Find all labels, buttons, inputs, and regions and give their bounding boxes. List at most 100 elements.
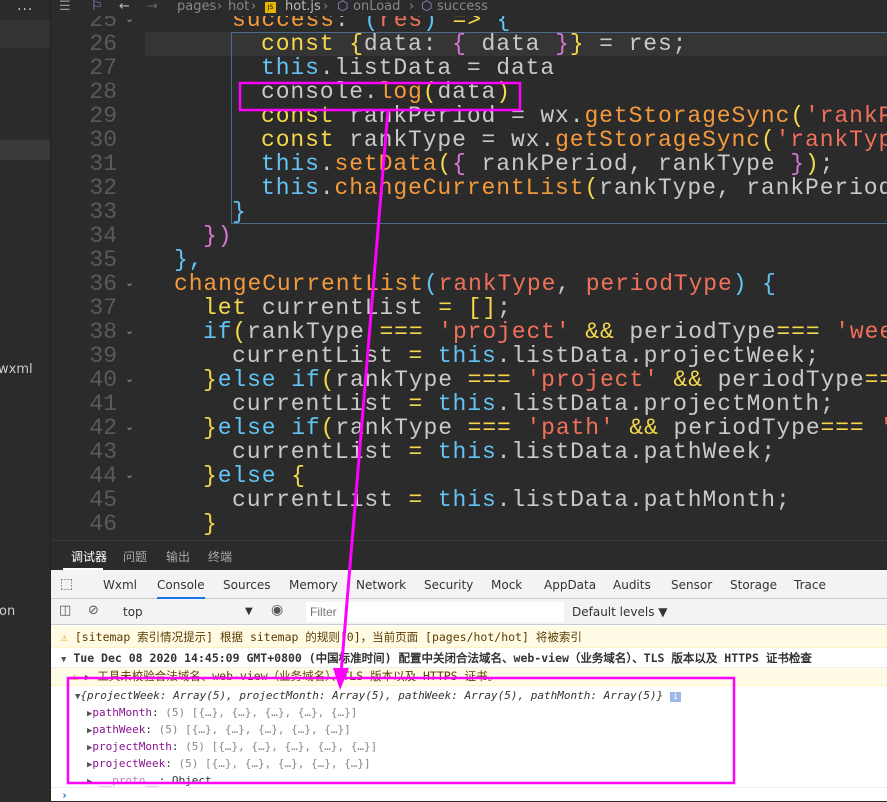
panel-output[interactable]: 输出 <box>166 548 190 565</box>
code-line[interactable]: currentList = this.listData.projectWeek; <box>232 344 820 368</box>
code-token: 'w <box>879 415 887 441</box>
code-token: this <box>437 343 497 369</box>
filter-input[interactable] <box>306 602 564 622</box>
code-line[interactable]: }else if(rankType === 'path' && periodTy… <box>203 416 887 440</box>
file-item-wxml[interactable]: wxml <box>0 362 33 377</box>
tab-storage[interactable]: Storage <box>730 578 777 592</box>
code-line[interactable]: } <box>232 200 247 224</box>
code-line[interactable]: let currentList = []; <box>203 296 512 320</box>
fold-chevron-icon[interactable]: ⌄ <box>125 276 134 289</box>
code-line[interactable]: this.listData = data <box>261 56 555 80</box>
fold-chevron-icon[interactable]: ⌄ <box>125 372 134 385</box>
property-value: (5) [{…}, {…}, {…}, {…}, {…}] <box>158 723 351 736</box>
line-number: 35 <box>89 247 117 273</box>
tab-wxml[interactable]: Wxml <box>103 578 137 592</box>
explorer-selected-row[interactable] <box>0 20 50 48</box>
code-line[interactable]: }) <box>203 224 232 248</box>
breadcrumb-pages[interactable]: pages <box>177 0 216 14</box>
tab-console[interactable]: Console <box>157 578 205 599</box>
fold-chevron-icon[interactable]: ⌄ <box>125 468 134 481</box>
tab-sensor[interactable]: Sensor <box>671 578 712 592</box>
code-token: ; <box>819 151 835 177</box>
file-item-json[interactable]: on <box>0 604 15 619</box>
back-icon[interactable]: ← <box>119 0 130 14</box>
code-line[interactable]: const rankPeriod = wx.getStorageSync('ra… <box>261 104 887 128</box>
code-token: } <box>790 151 805 177</box>
file-explorer-sidebar: ... wxml on <box>0 0 51 801</box>
code-line[interactable]: currentList = this.listData.pathWeek; <box>232 440 776 464</box>
code-line[interactable]: if(rankType === 'project' && periodType=… <box>203 320 887 344</box>
sidebar-toggle-icon[interactable]: ◫ <box>59 603 71 618</box>
code-line[interactable]: changeCurrentList(rankType, periodType) … <box>174 272 777 296</box>
code-line[interactable]: currentList = this.listData.pathMonth; <box>232 488 791 512</box>
tab-sources[interactable]: Sources <box>223 578 270 592</box>
code-line[interactable]: }, <box>174 248 203 272</box>
object-property-row[interactable]: ▶projectMonth: (5) [{…}, {…}, {…}, {…}, … <box>75 739 887 756</box>
more-icon[interactable]: ... <box>17 0 33 14</box>
tab-trace[interactable]: Trace <box>794 578 826 592</box>
fold-chevron-icon[interactable]: ⌄ <box>125 16 134 25</box>
line-number: 25 <box>89 16 117 33</box>
panel-debugger[interactable]: 调试器 <box>71 548 107 565</box>
bookmark-icon[interactable]: ⚐ <box>91 0 103 14</box>
code-editor[interactable]: 25 ⌄ success: (res) => {26 const {data: { d… <box>51 16 887 540</box>
fold-chevron-icon[interactable]: ⌄ <box>125 420 134 433</box>
breadcrumb-file[interactable]: hot.js <box>285 0 321 14</box>
inspect-icon[interactable]: ⬚ <box>60 576 73 592</box>
property-value: (5) [{…}, {…}, {…}, {…}, {…}] <box>185 740 378 753</box>
fold-chevron-icon[interactable]: ⌄ <box>125 324 134 337</box>
code-token: periodType <box>673 415 821 441</box>
tab-security[interactable]: Security <box>424 578 473 592</box>
tab-audits[interactable]: Audits <box>613 578 651 592</box>
code-line[interactable]: const rankType = wx.getStorageSync('rank… <box>261 128 887 152</box>
code-line[interactable]: currentList = this.listData.projectMonth… <box>232 392 835 416</box>
code-token: changeCurrentList <box>174 271 424 297</box>
console-log-object[interactable]: ▼{projectWeek: Array(5), projectMonth: A… <box>51 688 887 788</box>
code-line[interactable]: const {data: { data }} = res; <box>261 32 687 56</box>
code-line[interactable]: success: (res) => { <box>232 16 511 32</box>
tab-appdata[interactable]: AppData <box>544 578 596 592</box>
live-expression-eye-icon[interactable]: ◉ <box>271 602 283 618</box>
devtools: ⬚ Wxml Console Sources Memory Network Se… <box>51 570 887 802</box>
collapse-triangle-icon[interactable]: ▼ <box>61 655 66 665</box>
expand-triangle-icon[interactable]: ▶ <box>85 673 90 683</box>
panel-problems[interactable]: 问题 <box>123 548 147 565</box>
code-line[interactable]: this.setData({ rankPeriod, rankType }); <box>261 152 834 176</box>
tab-memory[interactable]: Memory <box>289 578 338 592</box>
code-token: ( <box>320 415 336 441</box>
panel-terminal[interactable]: 终端 <box>208 548 232 565</box>
code-line[interactable]: } <box>203 512 218 536</box>
code-token: this <box>261 175 320 201</box>
breadcrumb-hot[interactable]: hot <box>228 0 249 14</box>
clear-console-icon[interactable]: ⊘ <box>88 603 99 618</box>
tab-network[interactable]: Network <box>356 578 406 592</box>
expand-triangle-icon[interactable]: ▶ <box>87 777 92 787</box>
info-icon[interactable]: i <box>669 692 682 702</box>
levels-dropdown[interactable]: Default levels ▼ <box>572 605 668 619</box>
code-token: const <box>261 103 350 129</box>
console-prompt[interactable]: › <box>51 788 887 802</box>
code-token: === <box>467 415 527 441</box>
object-property-row[interactable]: ▶pathWeek: (5) [{…}, {…}, {…}, {…}, {…}] <box>75 722 887 739</box>
code-line[interactable]: this.changeCurrentList(rankType, rankPer… <box>261 176 887 200</box>
outline-icon[interactable]: ☰ <box>59 0 71 14</box>
code-line[interactable]: }else if(rankType === 'project' && perio… <box>203 368 887 392</box>
explorer-hover-row[interactable] <box>0 140 50 160</box>
code-token: === <box>776 319 836 345</box>
console-group-header[interactable]: ▼ Tue Dec 08 2020 14:45:09 GMT+0800 (中国标… <box>51 648 887 668</box>
code-token: }) <box>203 223 233 249</box>
code-line[interactable]: console.log(data) <box>261 80 511 104</box>
breadcrumb-onload[interactable]: onLoad <box>353 0 400 14</box>
object-property-row[interactable]: ▶pathMonth: (5) [{…}, {…}, {…}, {…}, {…}… <box>75 705 887 722</box>
code-token: 'week <box>835 319 887 345</box>
code-token: } <box>203 463 218 489</box>
tab-mock[interactable]: Mock <box>491 578 522 592</box>
code-line[interactable]: }else { <box>203 464 306 488</box>
breadcrumb-success[interactable]: success <box>437 0 488 14</box>
code-token: periodType <box>585 271 733 297</box>
code-token: === <box>467 367 527 393</box>
forward-icon[interactable]: → <box>147 0 158 14</box>
code-token: 'project' <box>526 367 659 393</box>
context-select[interactable]: top ▼ <box>123 605 253 619</box>
object-property-row[interactable]: ▶projectWeek: (5) [{…}, {…}, {…}, {…}, {… <box>75 756 887 773</box>
